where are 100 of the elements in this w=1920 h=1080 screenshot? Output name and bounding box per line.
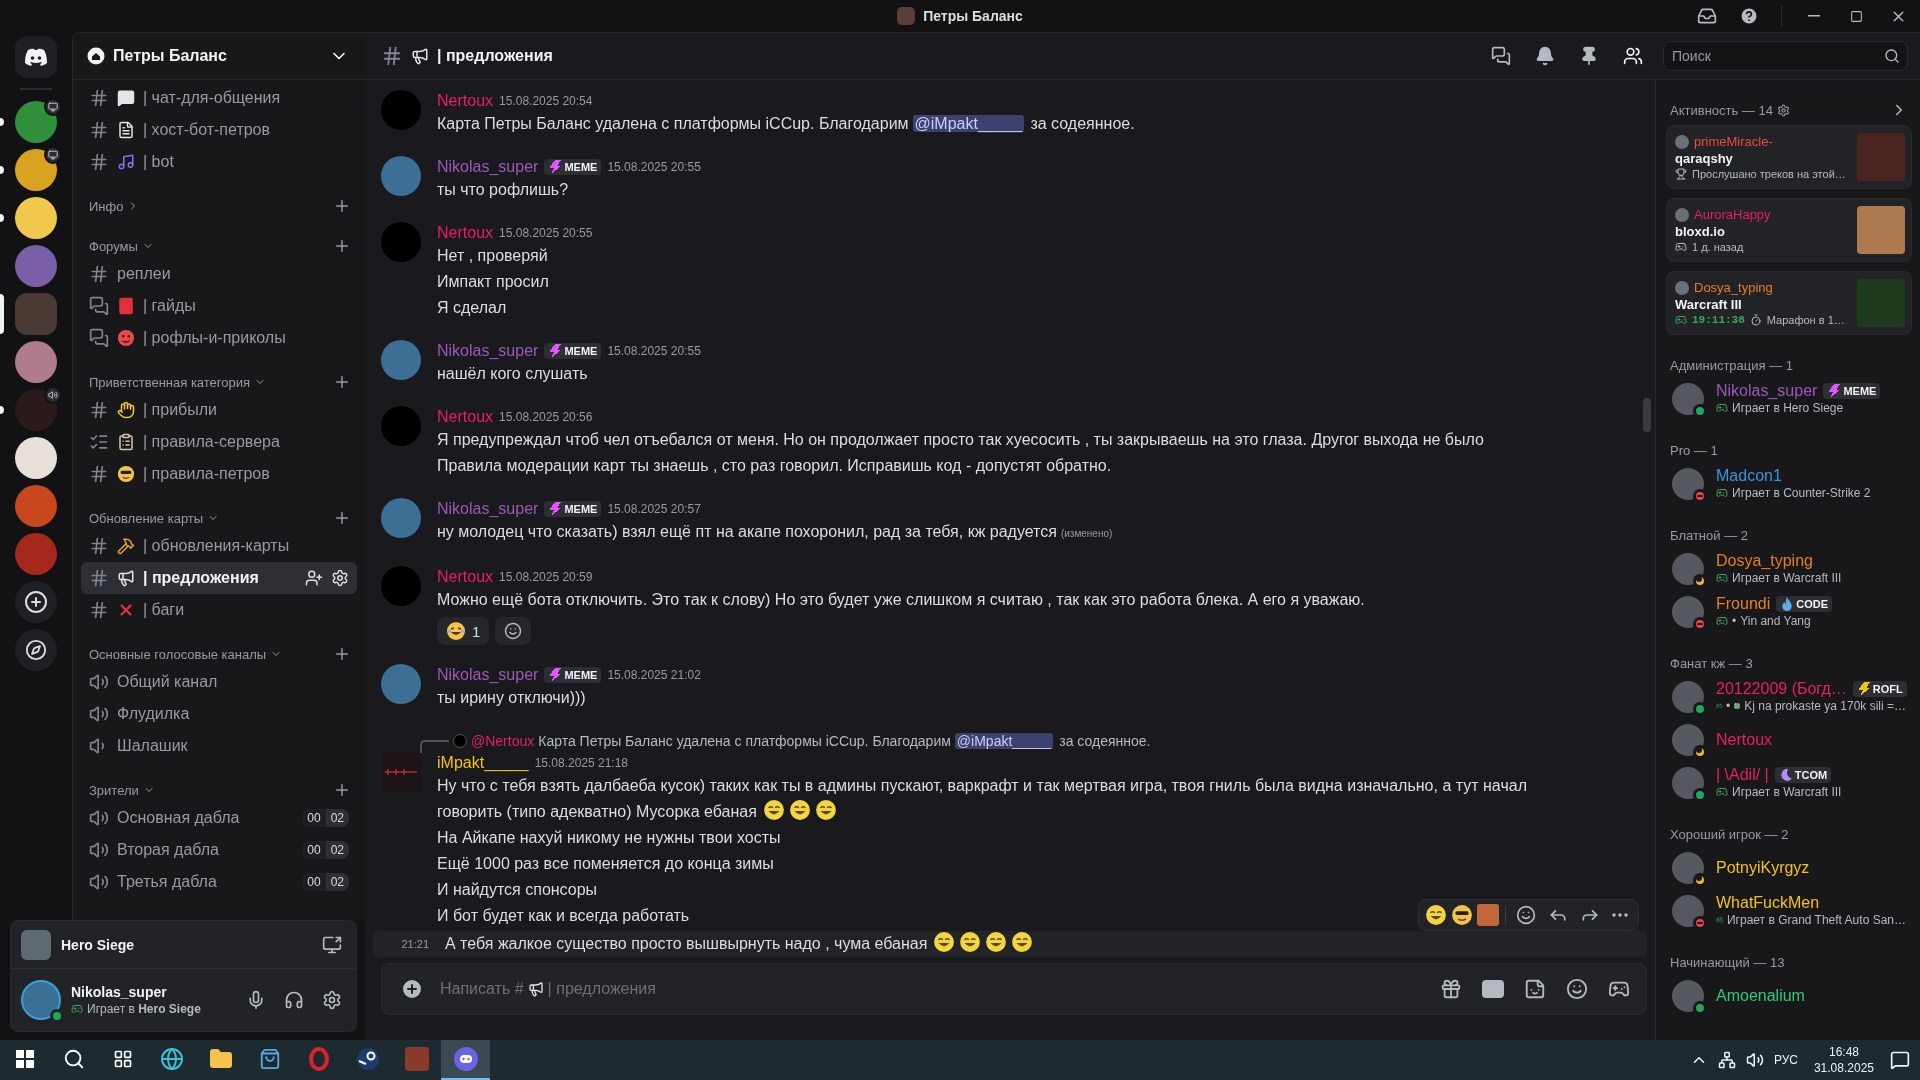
- server-button[interactable]: [15, 197, 57, 239]
- channel-item[interactable]: Флудилка: [81, 698, 357, 730]
- count-label: 00: [302, 841, 326, 859]
- channel-item[interactable]: | предложения: [81, 562, 357, 594]
- game-thumbnail: [21, 929, 51, 960]
- members-icon: [1623, 46, 1643, 66]
- add-server-button[interactable]: [15, 581, 57, 623]
- plus-icon[interactable]: [333, 237, 351, 255]
- channel-title: | предложения: [437, 47, 553, 65]
- server-button[interactable]: [15, 149, 57, 191]
- plus-icon[interactable]: [333, 373, 351, 391]
- steam-icon: [355, 1047, 380, 1071]
- author-name[interactable]: Nertoux: [437, 407, 494, 426]
- search-field[interactable]: Поиск: [1663, 41, 1908, 71]
- user-mention[interactable]: @iMpakt_____: [912, 115, 1025, 132]
- channel-item[interactable]: Общий канал: [81, 666, 357, 698]
- channel-item[interactable]: Третья дабла 00 02: [81, 866, 357, 898]
- task-view-icon: [112, 1049, 133, 1069]
- member-item[interactable]: Nertoux: [1666, 718, 1912, 761]
- channel-item[interactable]: | bot: [81, 146, 357, 178]
- language-indicator[interactable]: РУС: [1773, 1053, 1798, 1067]
- monitor-icon: [48, 150, 58, 160]
- home-button[interactable]: [15, 36, 57, 78]
- member-item[interactable]: PotnyiKyrgyz: [1666, 846, 1912, 889]
- author-name[interactable]: Nikolas_super: [437, 665, 539, 684]
- server-header[interactable]: Петры Баланс: [73, 33, 365, 80]
- author-name[interactable]: iMpakt_____: [437, 753, 529, 772]
- message-text: Карта Петры Баланс удалена с платформы iCCup. Благодарим @iMpakt_____ за содеянное.: [437, 114, 1135, 135]
- user-avatar: [1672, 894, 1704, 927]
- chat-app-icon: [452, 1046, 479, 1072]
- activity-card[interactable]: Dosya_typing Warcraft III 19:11:38 Марафон в 1…: [1666, 271, 1912, 335]
- author-name[interactable]: Nikolas_super: [437, 341, 539, 360]
- discover-button[interactable]: [15, 629, 57, 671]
- channel-item[interactable]: | чат-для-общения: [81, 82, 357, 114]
- user-mention[interactable]: @iMpakt_____: [954, 733, 1054, 749]
- channel-item[interactable]: | обновления-карты: [81, 530, 357, 562]
- channel-item[interactable]: | рофлы-и-приколы: [81, 322, 357, 354]
- author-name[interactable]: Nertoux: [437, 223, 494, 242]
- author-name[interactable]: Nikolas_super: [437, 157, 539, 176]
- member-item[interactable]: Dosya_typing Играет в Warcraft III: [1666, 547, 1912, 590]
- taskbar-button[interactable]: [441, 1040, 490, 1080]
- compass-icon: [25, 639, 47, 661]
- volume-icon[interactable]: [1745, 1051, 1764, 1069]
- reply-text[interactable]: Карта Петры Баланс удалена с платформы iCCup. Благодарим @iMpakt_____ за содеянное.: [538, 733, 1151, 749]
- message-time: 21:21: [400, 937, 429, 952]
- channel-item[interactable]: Шалашик: [81, 730, 357, 762]
- activity-card[interactable]: primeMiracle- qaraqshy Прослушано треков на этой…: [1666, 125, 1912, 189]
- channel-item[interactable]: Основная дабла 00 02: [81, 802, 357, 834]
- author-name[interactable]: Nikolas_super: [437, 499, 539, 518]
- reply-author[interactable]: @Nertoux: [471, 733, 535, 749]
- hash-icon: [89, 464, 109, 484]
- add-reaction-button[interactable]: [495, 617, 532, 645]
- plus-icon[interactable]: [333, 781, 351, 799]
- channel-item[interactable]: | прибыли: [81, 394, 357, 426]
- member-item[interactable]: Amoenalium: [1666, 974, 1912, 1017]
- gamepad-icon: [1716, 572, 1728, 584]
- notifications-icon[interactable]: [1890, 1050, 1910, 1070]
- message-text: Правила модерации карт ты знаешь , сто раз говорил. Исправишь код - допустят обратно.: [437, 456, 1112, 476]
- member-item[interactable]: 20122009 (Богд… ROFL • Kj na prokaste ya 170k sili =…: [1666, 675, 1912, 718]
- member-item[interactable]: Nikolas_super MEME Играет в Hero Siege: [1666, 377, 1912, 420]
- category-header[interactable]: Приветственная категория: [89, 374, 267, 390]
- plus-icon[interactable]: [333, 645, 351, 663]
- category-header[interactable]: Обновление карты: [89, 510, 220, 526]
- channel-item[interactable]: | правила-петров: [81, 458, 357, 490]
- group-title: Фанат кж — 3: [1670, 656, 1753, 671]
- channel-item[interactable]: | баги: [81, 594, 357, 626]
- channel-item[interactable]: реплеи: [81, 258, 357, 290]
- hash-icon: [89, 400, 109, 420]
- activity-card[interactable]: AuroraHappy bloxd.io 1 д. назад: [1666, 198, 1912, 262]
- network-icon[interactable]: [1717, 1051, 1736, 1069]
- settings-icon[interactable]: [331, 569, 349, 587]
- member-item[interactable]: | \Adil/ | TCOM Играет в Warcraft III: [1666, 761, 1912, 804]
- member-item[interactable]: Froundi CODE • Yin and Yang: [1666, 590, 1912, 633]
- tag-label: TCOM: [1794, 769, 1828, 781]
- scrollbar-thumb[interactable]: [1643, 398, 1651, 432]
- server-button[interactable]: [15, 437, 57, 479]
- channel-item[interactable]: | хост-бот-петров: [81, 114, 357, 146]
- author-name[interactable]: Nertoux: [437, 567, 494, 586]
- author-name[interactable]: Nertoux: [437, 91, 494, 110]
- category-header[interactable]: Инфо: [89, 198, 140, 214]
- channel-item[interactable]: Вторая дабла 00 02: [81, 834, 357, 866]
- hash-icon: [89, 600, 109, 620]
- reaction-button[interactable]: 1: [437, 617, 490, 645]
- inbox-icon: [1697, 6, 1717, 26]
- member-item[interactable]: WhatFuckMen Играет в Grand Theft Auto San…: [1666, 889, 1912, 932]
- channel-item[interactable]: | гайды: [81, 290, 357, 322]
- category-header[interactable]: Зрители: [89, 782, 155, 798]
- channel-item[interactable]: | правила-сервера: [81, 426, 357, 458]
- activity-text: Играет в Counter-Strike 2: [1732, 486, 1871, 500]
- monitor-icon: [48, 102, 58, 112]
- plus-icon[interactable]: [333, 197, 351, 215]
- plus-icon[interactable]: [333, 509, 351, 527]
- category-header[interactable]: Форумы: [89, 238, 154, 254]
- message-text: Ещё 1000 раз все поменяется до конца зимы: [437, 854, 774, 874]
- member-item[interactable]: Madcon1 Играет в Counter-Strike 2: [1666, 462, 1912, 505]
- add-user-icon[interactable]: [305, 569, 323, 587]
- group-title: Хороший игрок — 2: [1670, 827, 1789, 842]
- settings-icon[interactable]: [1776, 103, 1790, 117]
- category-header[interactable]: Основные голосовые каналы: [89, 646, 283, 662]
- activity-text: Играет в Grand Theft Auto San…: [1726, 913, 1906, 927]
